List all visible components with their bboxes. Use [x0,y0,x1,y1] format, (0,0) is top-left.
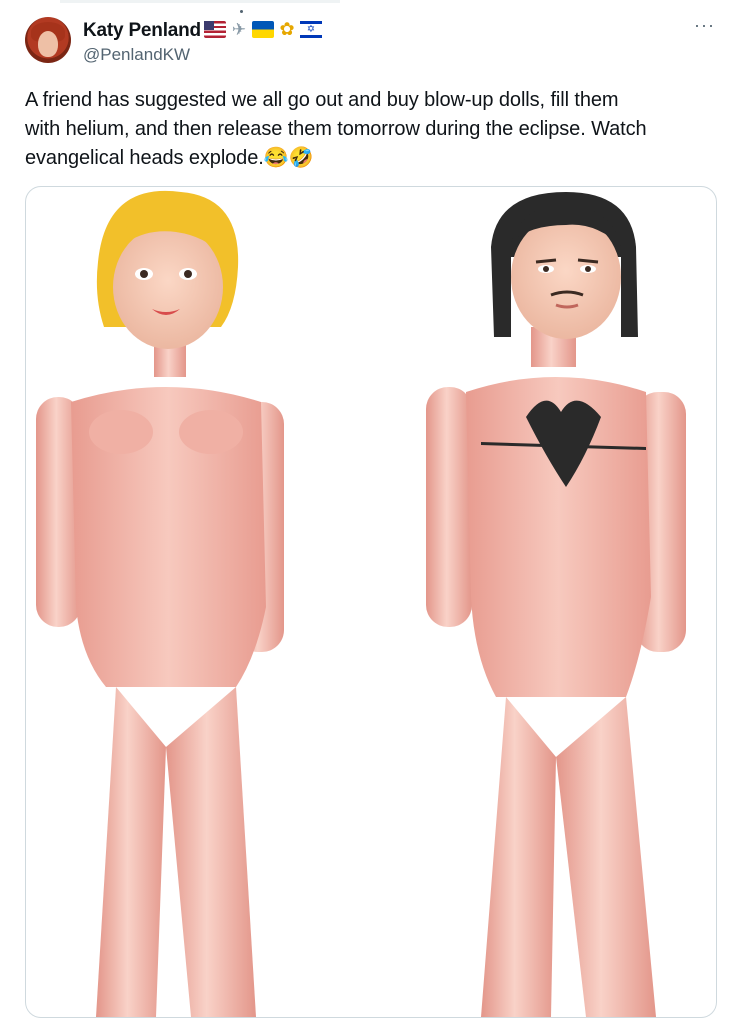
sunflower-icon: ✿ [279,19,295,39]
user-handle[interactable]: @PenlandKW [83,45,190,65]
ukraine-flag-icon [252,21,274,38]
top-divider [60,0,340,3]
tweet-media-image[interactable] [25,186,717,1018]
name-icons: ✈ ✿ ✡ [204,19,322,39]
display-name[interactable]: Katy Penland [83,20,201,42]
us-flag-icon [204,21,226,38]
airplane-icon: ✈ [231,20,247,39]
female-doll [36,190,284,1017]
thread-dot [240,10,243,13]
more-options-icon[interactable]: ··· [694,16,715,34]
avatar[interactable] [25,17,71,63]
inflatable-dolls-photo [36,190,686,1017]
israel-flag-icon: ✡ [300,21,322,38]
male-doll [426,192,686,1017]
tweet-text: A friend has suggested we all go out and… [25,89,647,169]
